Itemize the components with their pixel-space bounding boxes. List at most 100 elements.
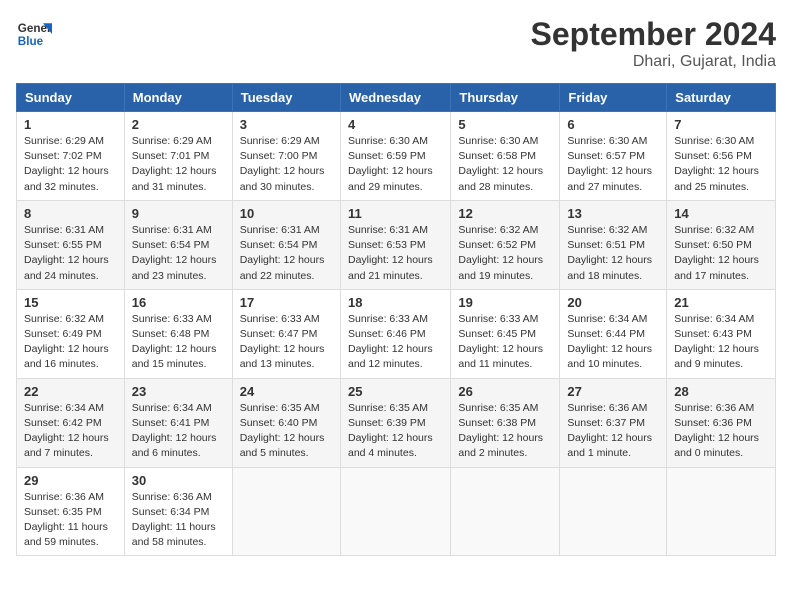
cell-content: Sunrise: 6:33 AMSunset: 6:48 PMDaylight:… [132,312,225,373]
calendar-cell: 3 Sunrise: 6:29 AMSunset: 7:00 PMDaylight… [232,112,340,201]
day-number: 18 [348,295,443,310]
day-number: 14 [674,206,768,221]
cell-content: Sunrise: 6:33 AMSunset: 6:45 PMDaylight:… [458,312,552,373]
day-number: 21 [674,295,768,310]
logo-icon: General Blue [16,16,52,52]
day-header-thursday: Thursday [451,84,560,112]
cell-content: Sunrise: 6:32 AMSunset: 6:51 PMDaylight:… [567,223,659,284]
calendar-cell: 2 Sunrise: 6:29 AMSunset: 7:01 PMDaylight… [124,112,232,201]
calendar-cell: 19Sunrise: 6:33 AMSunset: 6:45 PMDayligh… [451,289,560,378]
day-number: 1 [24,117,117,132]
cell-content: Sunrise: 6:35 AMSunset: 6:40 PMDaylight:… [240,401,333,462]
calendar-cell: 21 Sunrise: 6:34 AMSunset: 6:43 PMDayligh… [667,289,776,378]
cell-content: Sunrise: 6:30 AMSunset: 6:56 PMDaylight:… [674,134,768,195]
cell-content: Sunrise: 6:29 AMSunset: 7:01 PMDaylight:… [132,134,225,195]
calendar-cell: 28 Sunrise: 6:36 AMSunset: 6:36 PMDayligh… [667,378,776,467]
cell-content: Sunrise: 6:35 AMSunset: 6:39 PMDaylight:… [348,401,443,462]
calendar-cell [667,467,776,556]
month-title: September 2024 [531,16,776,53]
day-number: 23 [132,384,225,399]
cell-content: Sunrise: 6:34 AMSunset: 6:44 PMDaylight:… [567,312,659,373]
day-number: 4 [348,117,443,132]
day-header-wednesday: Wednesday [340,84,450,112]
logo: General Blue [16,16,52,52]
cell-content: Sunrise: 6:31 AMSunset: 6:55 PMDaylight:… [24,223,117,284]
day-number: 2 [132,117,225,132]
day-number: 6 [567,117,659,132]
cell-content: Sunrise: 6:36 AMSunset: 6:36 PMDaylight:… [674,401,768,462]
cell-content: Sunrise: 6:30 AMSunset: 6:57 PMDaylight:… [567,134,659,195]
calendar-cell: 16 Sunrise: 6:33 AMSunset: 6:48 PMDayligh… [124,289,232,378]
calendar-cell: 20 Sunrise: 6:34 AMSunset: 6:44 PMDayligh… [560,289,667,378]
calendar-cell: 13 Sunrise: 6:32 AMSunset: 6:51 PMDayligh… [560,200,667,289]
title-block: September 2024 Dhari, Gujarat, India [531,16,776,71]
cell-content: Sunrise: 6:36 AMSunset: 6:35 PMDaylight:… [24,490,117,551]
calendar-cell: 5Sunrise: 6:30 AMSunset: 6:58 PMDaylight… [451,112,560,201]
day-header-monday: Monday [124,84,232,112]
day-number: 9 [132,206,225,221]
day-number: 13 [567,206,659,221]
calendar-cell: 14 Sunrise: 6:32 AMSunset: 6:50 PMDayligh… [667,200,776,289]
calendar-week-row: 8Sunrise: 6:31 AMSunset: 6:55 PMDaylight… [17,200,776,289]
calendar-cell: 30Sunrise: 6:36 AMSunset: 6:34 PMDayligh… [124,467,232,556]
cell-content: Sunrise: 6:33 AMSunset: 6:46 PMDaylight:… [348,312,443,373]
day-header-tuesday: Tuesday [232,84,340,112]
calendar-cell [232,467,340,556]
cell-content: Sunrise: 6:35 AMSunset: 6:38 PMDaylight:… [458,401,552,462]
day-number: 22 [24,384,117,399]
day-header-sunday: Sunday [17,84,125,112]
day-number: 10 [240,206,333,221]
day-number: 29 [24,473,117,488]
calendar-cell: 12 Sunrise: 6:32 AMSunset: 6:52 PMDayligh… [451,200,560,289]
cell-content: Sunrise: 6:30 AMSunset: 6:59 PMDaylight:… [348,134,443,195]
cell-content: Sunrise: 6:31 AMSunset: 6:53 PMDaylight:… [348,223,443,284]
cell-content: Sunrise: 6:32 AMSunset: 6:52 PMDaylight:… [458,223,552,284]
cell-content: Sunrise: 6:32 AMSunset: 6:50 PMDaylight:… [674,223,768,284]
day-number: 27 [567,384,659,399]
day-number: 12 [458,206,552,221]
calendar-cell: 27 Sunrise: 6:36 AMSunset: 6:37 PMDayligh… [560,378,667,467]
cell-content: Sunrise: 6:31 AMSunset: 6:54 PMDaylight:… [240,223,333,284]
day-header-saturday: Saturday [667,84,776,112]
calendar-cell [451,467,560,556]
day-number: 30 [132,473,225,488]
cell-content: Sunrise: 6:34 AMSunset: 6:43 PMDaylight:… [674,312,768,373]
calendar-cell: 11 Sunrise: 6:31 AMSunset: 6:53 PMDayligh… [340,200,450,289]
calendar-cell: 24 Sunrise: 6:35 AMSunset: 6:40 PMDayligh… [232,378,340,467]
day-number: 24 [240,384,333,399]
location: Dhari, Gujarat, India [531,53,776,71]
day-number: 28 [674,384,768,399]
calendar-week-row: 1 Sunrise: 6:29 AMSunset: 7:02 PMDaylight… [17,112,776,201]
day-number: 7 [674,117,768,132]
day-number: 16 [132,295,225,310]
calendar-cell [340,467,450,556]
calendar-cell: 25 Sunrise: 6:35 AMSunset: 6:39 PMDayligh… [340,378,450,467]
day-number: 20 [567,295,659,310]
calendar-header-row: SundayMondayTuesdayWednesdayThursdayFrid… [17,84,776,112]
cell-content: Sunrise: 6:34 AMSunset: 6:41 PMDaylight:… [132,401,225,462]
calendar-cell: 10 Sunrise: 6:31 AMSunset: 6:54 PMDayligh… [232,200,340,289]
calendar-cell: 15Sunrise: 6:32 AMSunset: 6:49 PMDayligh… [17,289,125,378]
cell-content: Sunrise: 6:29 AMSunset: 7:00 PMDaylight:… [240,134,333,195]
cell-content: Sunrise: 6:29 AMSunset: 7:02 PMDaylight:… [24,134,117,195]
cell-content: Sunrise: 6:36 AMSunset: 6:37 PMDaylight:… [567,401,659,462]
day-header-friday: Friday [560,84,667,112]
calendar-cell: 7 Sunrise: 6:30 AMSunset: 6:56 PMDaylight… [667,112,776,201]
day-number: 25 [348,384,443,399]
calendar-cell: 9Sunrise: 6:31 AMSunset: 6:54 PMDaylight… [124,200,232,289]
calendar-cell: 4 Sunrise: 6:30 AMSunset: 6:59 PMDaylight… [340,112,450,201]
calendar-cell: 8Sunrise: 6:31 AMSunset: 6:55 PMDaylight… [17,200,125,289]
calendar-cell: 1 Sunrise: 6:29 AMSunset: 7:02 PMDaylight… [17,112,125,201]
calendar-cell: 18 Sunrise: 6:33 AMSunset: 6:46 PMDayligh… [340,289,450,378]
day-number: 26 [458,384,552,399]
day-number: 11 [348,206,443,221]
day-number: 3 [240,117,333,132]
day-number: 17 [240,295,333,310]
calendar-week-row: 15Sunrise: 6:32 AMSunset: 6:49 PMDayligh… [17,289,776,378]
calendar-cell: 29 Sunrise: 6:36 AMSunset: 6:35 PMDayligh… [17,467,125,556]
calendar-cell [560,467,667,556]
calendar-week-row: 22 Sunrise: 6:34 AMSunset: 6:42 PMDayligh… [17,378,776,467]
day-number: 15 [24,295,117,310]
cell-content: Sunrise: 6:34 AMSunset: 6:42 PMDaylight:… [24,401,117,462]
cell-content: Sunrise: 6:30 AMSunset: 6:58 PMDaylight:… [458,134,552,195]
